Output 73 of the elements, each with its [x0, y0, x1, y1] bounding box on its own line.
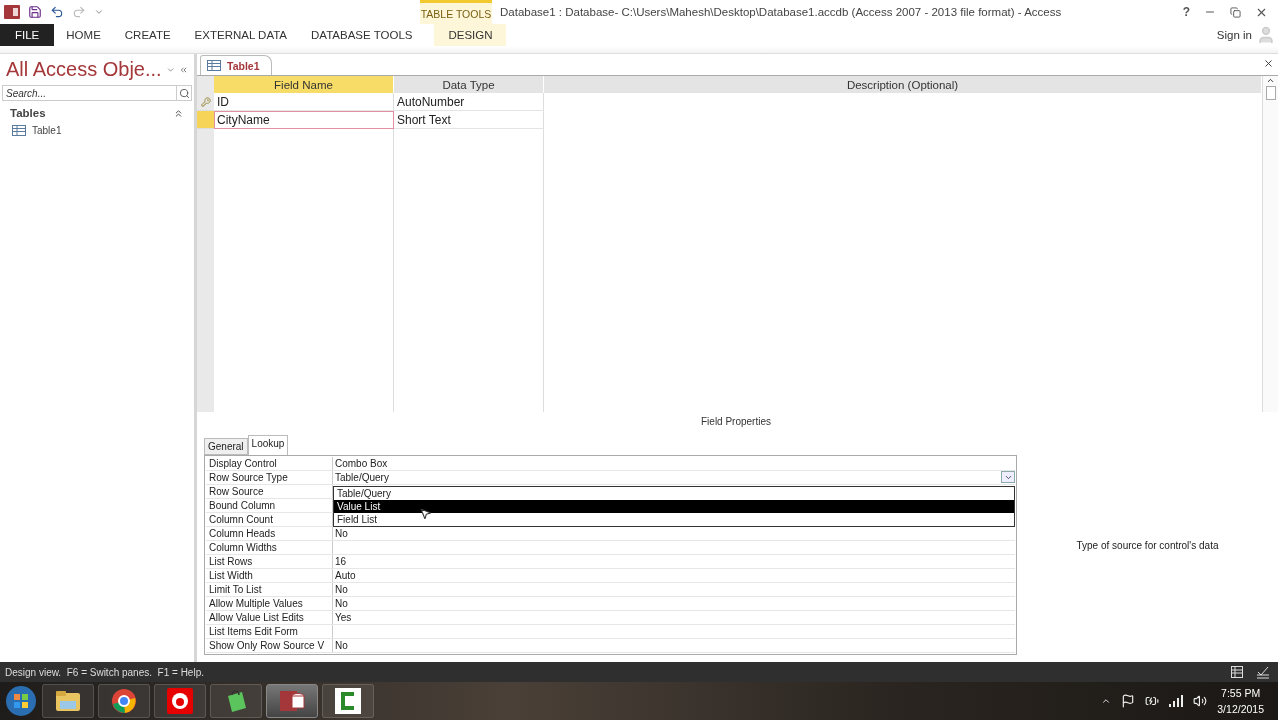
section-heading: Field Properties — [701, 416, 771, 427]
ribbon-tab[interactable]: FILE — [0, 24, 55, 46]
search-button[interactable] — [176, 85, 192, 101]
datasheet-view-icon[interactable] — [1230, 665, 1244, 679]
property-name: Allow Multiple Values — [206, 597, 333, 610]
table-icon — [207, 60, 221, 71]
sign-in-link[interactable]: Sign in — [1216, 29, 1252, 41]
search-field[interactable]: Search... — [2, 85, 176, 101]
property-tab[interactable]: General — [204, 438, 248, 455]
bracket-logo-icon[interactable] — [322, 684, 374, 718]
show-hidden-icons-icon[interactable] — [1101, 696, 1112, 706]
design-view-icon[interactable] — [1256, 665, 1270, 679]
browser-icon[interactable] — [98, 684, 150, 718]
navigation-item[interactable]: Table1 — [0, 123, 194, 138]
help-text: Type of source for control's data — [1075, 539, 1220, 551]
property-value[interactable]: Auto — [335, 569, 356, 582]
property-value[interactable]: No — [335, 583, 348, 596]
save-icon[interactable] — [28, 5, 42, 19]
clock[interactable]: 7:55 PM 3/12/2015 — [1217, 685, 1264, 717]
table-cell[interactable]: CityName — [214, 111, 394, 129]
restore-icon[interactable] — [1230, 6, 1241, 18]
property-value[interactable]: No — [335, 639, 348, 652]
property-name: List Items Edit Form — [206, 625, 333, 638]
mouse-cursor-icon — [419, 507, 432, 520]
property-value[interactable]: Combo Box — [335, 457, 388, 470]
column-header: Description (Optional) — [544, 76, 1262, 93]
property-name: Row Source Type — [206, 471, 333, 484]
property-name: List Rows — [206, 555, 333, 568]
status-text: Design view. F6 = Switch panes. F1 = Help. — [5, 666, 204, 678]
collapse-group-icon[interactable] — [173, 107, 184, 119]
user-avatar-icon — [1256, 25, 1276, 45]
column-header: Field Name — [214, 76, 394, 93]
property-name: Column Widths — [206, 541, 333, 554]
folder-icon[interactable] — [42, 684, 94, 718]
start-orb-icon[interactable] — [4, 684, 38, 718]
property-name: List Width — [206, 569, 333, 582]
property-value[interactable]: No — [335, 597, 348, 610]
app-logo-icon — [4, 4, 20, 20]
vertical-scrollbar[interactable] — [1262, 76, 1278, 412]
property-name: Column Heads — [206, 527, 333, 540]
scroll-up-icon[interactable] — [1266, 76, 1275, 85]
property-value[interactable]: Yes — [335, 611, 352, 624]
volume-icon[interactable] — [1193, 694, 1208, 708]
property-name: Allow Value List Edits — [206, 611, 333, 624]
flag-icon[interactable] — [1121, 694, 1136, 708]
signal-icon[interactable] — [1169, 695, 1184, 707]
table-icon — [12, 125, 26, 136]
app-icon[interactable] — [154, 684, 206, 718]
shopping-bag-icon[interactable] — [210, 684, 262, 718]
close-icon[interactable] — [1263, 58, 1274, 69]
undo-icon[interactable] — [50, 5, 64, 19]
dropdown-option[interactable]: Value List — [334, 500, 1014, 513]
group-heading[interactable]: Tables — [10, 107, 46, 119]
property-value[interactable]: No — [335, 527, 348, 540]
document-tab[interactable]: Table1 — [200, 55, 273, 75]
property-name: Show Only Row Source V — [206, 639, 333, 652]
property-name: Display Control — [206, 457, 333, 470]
ribbon-tab[interactable]: DESIGN — [434, 24, 507, 46]
property-tab[interactable]: Lookup — [247, 435, 289, 455]
column-header: Data Type — [394, 76, 544, 93]
scrollbar-thumb[interactable] — [1265, 86, 1276, 100]
key-icon — [200, 96, 211, 107]
battery-icon[interactable] — [1145, 694, 1160, 708]
property-value[interactable]: Table/Query — [335, 471, 389, 484]
window-title: Database1 : Database- C:\Users\Mahesh\Desktop\Database1.accdb (Access 2007 - 2013 file format) - Access — [500, 6, 1063, 18]
help-button[interactable]: ? — [1182, 5, 1190, 19]
property-value[interactable]: 16 — [335, 555, 347, 568]
dropdown-button[interactable] — [1001, 471, 1015, 483]
property-name: Limit To List — [206, 583, 333, 596]
contextual-tab-label: TABLE TOOLS — [420, 0, 492, 24]
database-app-icon[interactable] — [266, 684, 318, 718]
search-icon — [178, 87, 190, 99]
navigation-pane-title: All Access Obje... — [6, 58, 162, 81]
